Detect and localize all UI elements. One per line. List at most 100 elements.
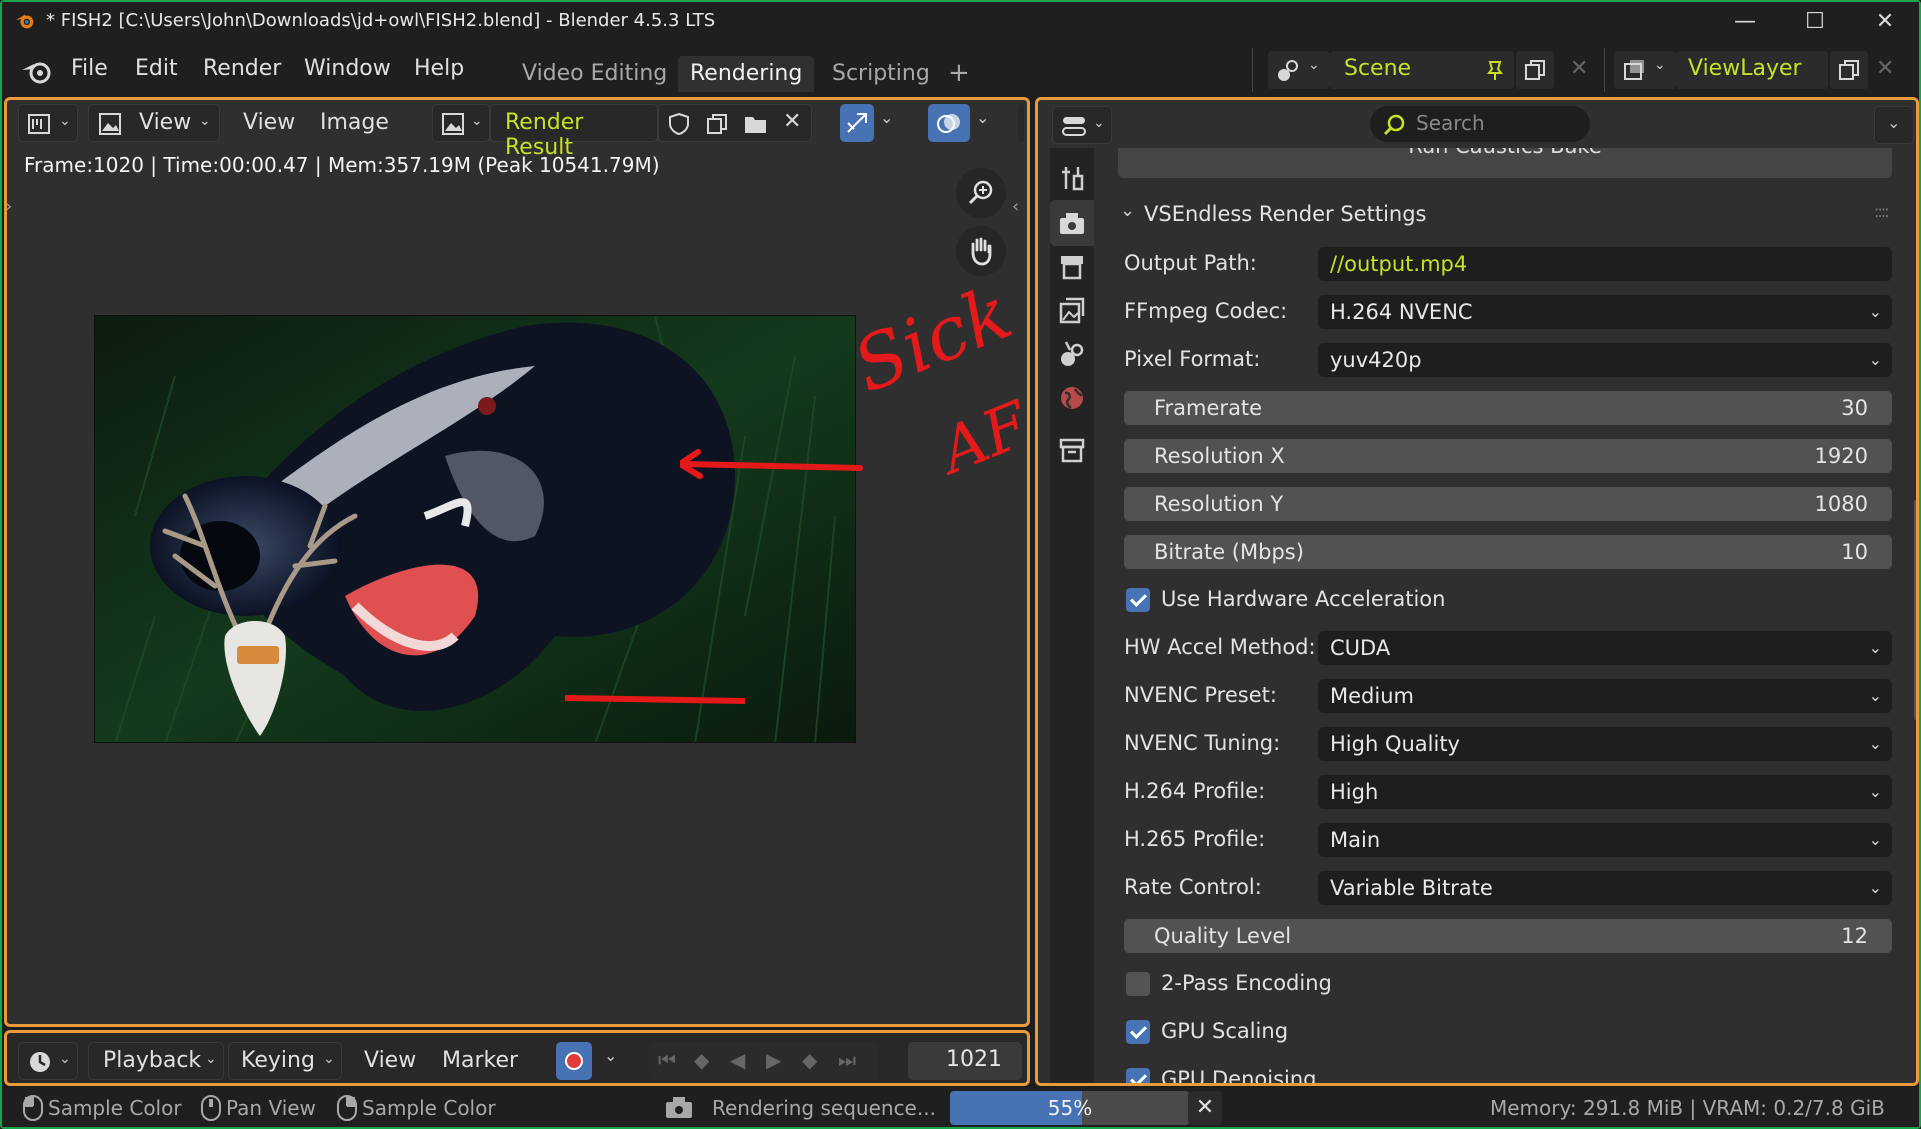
properties-editor-area: ⌄ Search ⌄ Run Caustics Bake ⌄	[1035, 97, 1919, 1086]
cancel-render-button[interactable]: ✕	[1188, 1091, 1222, 1125]
render-tab[interactable]	[1050, 200, 1094, 246]
tab-video-editing[interactable]: Video Editing	[510, 56, 679, 92]
output-path-input[interactable]: //output.mp4	[1318, 247, 1892, 281]
menu-edit[interactable]: Edit	[135, 56, 178, 81]
folder-open-icon[interactable]	[743, 112, 769, 136]
timeline-menu-marker[interactable]: Marker	[442, 1048, 518, 1073]
search-icon	[1383, 114, 1405, 136]
scene-browse-button[interactable]: ⌄	[1268, 51, 1330, 89]
bitrate-slider[interactable]: Bitrate (Mbps) 10	[1124, 535, 1892, 569]
pin-icon[interactable]	[1484, 59, 1506, 81]
zoom-button[interactable]	[956, 168, 1006, 218]
properties-options-button[interactable]: ⌄	[1874, 106, 1914, 144]
tool-tab-icon[interactable]	[1058, 164, 1086, 192]
world-tab-icon[interactable]	[1058, 384, 1086, 412]
gpu-denoising-checkbox[interactable]	[1126, 1068, 1150, 1083]
view-layer-tab-icon[interactable]	[1058, 296, 1086, 324]
toolbar-expand-arrow-icon[interactable]: ‹	[1012, 196, 1019, 217]
collection-tab-icon[interactable]	[1058, 436, 1086, 464]
gizmo-options-chevron-icon[interactable]: ⌄	[880, 108, 893, 127]
quality-level-slider[interactable]: Quality Level 12	[1124, 919, 1892, 953]
blender-logo-icon	[15, 14, 34, 29]
menu-image[interactable]: Image	[320, 110, 389, 135]
image-name-field[interactable]: Render Result	[490, 104, 658, 160]
ffmpeg-codec-value: H.264 NVENC	[1330, 300, 1473, 324]
hw-accel-checkbox[interactable]	[1126, 588, 1150, 612]
menu-file[interactable]: File	[71, 56, 108, 81]
h265-profile-dropdown[interactable]: Main ⌄	[1318, 823, 1892, 857]
gpu-denoising-label: GPU Denoising	[1161, 1067, 1317, 1086]
image-browse-button[interactable]: ⌄	[432, 104, 490, 142]
view-mode-dropdown[interactable]: View ⌄	[88, 104, 220, 142]
tab-rendering[interactable]: Rendering	[678, 56, 815, 92]
play-icon[interactable]: ▶	[766, 1048, 781, 1072]
sidebar-expand-arrow-icon[interactable]: ›	[5, 196, 12, 217]
hw-method-label: HW Accel Method:	[1124, 635, 1316, 659]
new-viewlayer-button[interactable]	[1830, 51, 1868, 89]
menu-help[interactable]: Help	[414, 56, 464, 81]
editor-type-button[interactable]: ⌄	[18, 104, 78, 142]
overlays-options-chevron-icon[interactable]: ⌄	[976, 108, 989, 127]
current-frame-field[interactable]: 1021	[908, 1042, 1022, 1080]
pan-button[interactable]	[956, 226, 1006, 276]
resolution-x-slider[interactable]: Resolution X 1920	[1124, 439, 1892, 473]
rate-control-dropdown[interactable]: Variable Bitrate ⌄	[1318, 871, 1892, 905]
viewlayer-name-field[interactable]: ViewLayer	[1676, 51, 1828, 89]
tab-scripting[interactable]: Scripting	[820, 56, 942, 92]
new-scene-button[interactable]	[1516, 51, 1554, 89]
chevron-down-icon: ⌄	[205, 1051, 217, 1067]
keying-menu[interactable]: Keying ⌄	[228, 1042, 342, 1080]
unlink-image-icon[interactable]: ✕	[783, 109, 801, 134]
play-reverse-icon[interactable]: ◀	[730, 1048, 745, 1072]
ffmpeg-codec-dropdown[interactable]: H.264 NVENC ⌄	[1318, 295, 1892, 329]
keying-options-chevron-icon[interactable]: ⌄	[604, 1046, 617, 1065]
h264-profile-dropdown[interactable]: High ⌄	[1318, 775, 1892, 809]
auto-keying-toggle[interactable]	[556, 1042, 592, 1080]
properties-scrollbar[interactable]	[1914, 500, 1916, 720]
ffmpeg-codec-label: FFmpeg Codec:	[1124, 299, 1288, 323]
close-window-button[interactable]: ✕	[1860, 4, 1910, 40]
playback-menu[interactable]: Playback ⌄	[88, 1042, 224, 1080]
viewlayer-browse-button[interactable]: ⌄	[1614, 51, 1676, 89]
jump-end-icon[interactable]: ⏭	[838, 1048, 856, 1072]
properties-editor-type-button[interactable]: ⌄	[1052, 106, 1112, 144]
keying-label: Keying	[241, 1048, 315, 1073]
add-workspace-button[interactable]: +	[948, 58, 970, 88]
output-tab-icon[interactable]	[1058, 252, 1086, 280]
chevron-down-icon: ⌄	[1868, 878, 1882, 897]
overlays-toggle[interactable]	[928, 104, 970, 142]
nvenc-preset-dropdown[interactable]: Medium ⌄	[1318, 679, 1892, 713]
delete-viewlayer-icon[interactable]: ✕	[1876, 56, 1894, 81]
blender-menu-icon[interactable]	[20, 58, 54, 86]
hw-method-dropdown[interactable]: CUDA ⌄	[1318, 631, 1892, 665]
rate-control-label: Rate Control:	[1124, 875, 1262, 899]
properties-search-input[interactable]: Search	[1370, 106, 1590, 142]
duplicate-icon[interactable]	[705, 112, 729, 136]
prev-keyframe-icon[interactable]: ◆	[694, 1048, 709, 1072]
delete-scene-icon[interactable]: ✕	[1570, 56, 1588, 81]
duplicate-icon	[1839, 60, 1859, 80]
maximize-button[interactable]: ☐	[1790, 4, 1840, 40]
resolution-y-slider[interactable]: Resolution Y 1080	[1124, 487, 1892, 521]
jump-start-icon[interactable]: ⏮	[658, 1048, 676, 1072]
menu-render[interactable]: Render	[203, 56, 281, 81]
timeline-menu-view[interactable]: View	[364, 1048, 416, 1073]
next-keyframe-icon[interactable]: ◆	[802, 1048, 817, 1072]
gpu-scaling-checkbox[interactable]	[1126, 1020, 1150, 1044]
timeline-editor-type-button[interactable]: ⌄	[18, 1042, 78, 1080]
scene-tab-icon[interactable]	[1058, 340, 1086, 368]
nvenc-tuning-dropdown[interactable]: High Quality ⌄	[1318, 727, 1892, 761]
panel-header[interactable]: ⌄ VSEndless Render Settings ::::	[1104, 190, 1904, 242]
drag-handle-icon[interactable]: ::::	[1874, 202, 1890, 221]
pixel-format-dropdown[interactable]: yuv420p ⌄	[1318, 343, 1892, 377]
menu-window[interactable]: Window	[304, 56, 391, 81]
shield-icon[interactable]	[667, 112, 691, 136]
chevron-down-icon: ⌄	[199, 113, 211, 129]
minimize-button[interactable]: —	[1720, 4, 1770, 40]
show-gizmo-toggle[interactable]	[840, 104, 874, 142]
scene-name-field[interactable]: Scene	[1330, 51, 1514, 89]
framerate-slider[interactable]: Framerate 30	[1124, 391, 1892, 425]
framerate-label: Framerate	[1154, 396, 1263, 420]
menu-view[interactable]: View	[243, 110, 295, 135]
two-pass-checkbox[interactable]	[1126, 972, 1150, 996]
